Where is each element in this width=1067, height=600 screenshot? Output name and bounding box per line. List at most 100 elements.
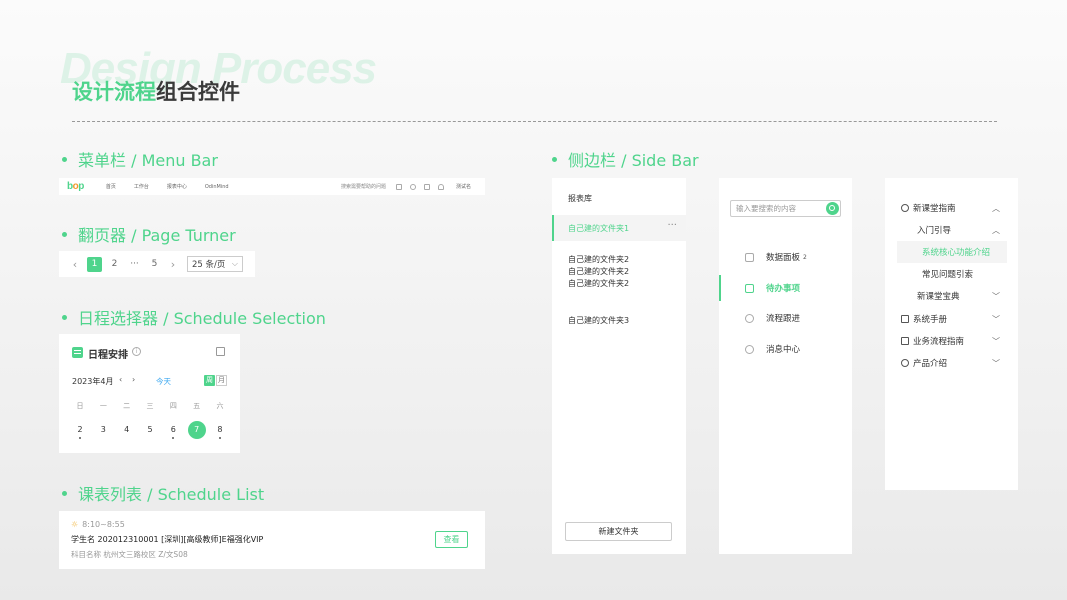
weekday-label: 六: [216, 402, 224, 410]
weekday-label: 四: [169, 402, 177, 410]
menu-item-home[interactable]: 首页: [106, 183, 116, 190]
chevron-up-icon: ︿: [992, 225, 1000, 235]
help-icon[interactable]: [409, 183, 416, 190]
chevron-down-icon: ﹀: [992, 336, 1000, 346]
sidebar-item-label: 系统手册: [913, 315, 948, 325]
bell-icon[interactable]: [437, 183, 444, 190]
page-1[interactable]: 1: [87, 256, 102, 272]
calendar-icon: [72, 347, 83, 358]
new-folder-button[interactable]: 新建文件夹: [565, 522, 672, 541]
search-icon[interactable]: [826, 202, 839, 215]
section-title-schedule-selection: 日程选择器 / Schedule Selection: [62, 305, 326, 329]
dashboard-icon: [745, 252, 754, 262]
sidebar-item[interactable]: 自己建的文件夹2: [568, 266, 629, 277]
sidebar-item-process-guide[interactable]: 业务流程指南 ﹀: [885, 330, 1018, 352]
sidebar-item-process[interactable]: 流程跟进: [719, 305, 852, 331]
info-icon[interactable]: i: [132, 347, 141, 356]
class-location-info: 科目名称 杭州文三路校区 Z/文S08: [71, 550, 188, 559]
sidebar-nav: 输入要搜索的内容 数据面板 2 待办事项 流程跟进 消息中心: [719, 178, 852, 554]
sidebar-item-core-features[interactable]: 系统核心功能介绍: [897, 241, 1007, 263]
menu-bar: bop 首页 工作台 报表中心 OdinMind 搜索需要帮助的问题 测试名: [59, 178, 485, 195]
sidebar-folders: 报表库 自己建的文件夹1 ··· 自己建的文件夹2 自己建的文件夹2 自己建的文…: [552, 178, 686, 554]
weekday-label: 五: [193, 402, 201, 410]
logo-letter: p: [78, 181, 84, 192]
prev-month-icon[interactable]: ‹: [119, 375, 122, 384]
date-cell[interactable]: 8: [211, 421, 229, 439]
chevron-up-icon: ︿: [992, 203, 1000, 213]
sidebar-item-intro[interactable]: 入门引导 ︿: [885, 219, 1018, 241]
date-cell[interactable]: 5: [141, 421, 159, 439]
sidebar-item-label: 数据面板: [766, 253, 801, 263]
menu-item-reports[interactable]: 报表中心: [167, 183, 187, 190]
header-divider: [72, 121, 997, 122]
calendar-picker-icon[interactable]: [216, 347, 225, 356]
next-month-icon[interactable]: ›: [132, 375, 135, 384]
search-placeholder: 输入要搜索的内容: [736, 204, 796, 213]
date-cell[interactable]: 2: [71, 421, 89, 439]
date-cell-selected[interactable]: 7: [187, 421, 206, 439]
page-title-highlight: 设计流程: [72, 80, 156, 104]
sidebar-item-product[interactable]: 产品介绍 ﹀: [885, 352, 1018, 374]
sidebar-item-todo[interactable]: 待办事项: [719, 275, 852, 301]
sidebar-item-handbook[interactable]: 新课堂宝典 ﹀: [885, 285, 1018, 307]
sidebar-item-manual[interactable]: 系统手册 ﹀: [885, 308, 1018, 330]
schedule-list-item: ☼ 8:10~8:55 学生名 202012310001 [深圳][高级教师]E福…: [59, 511, 485, 569]
page-ellipsis[interactable]: ···: [127, 257, 142, 272]
logo[interactable]: bop: [67, 181, 84, 192]
page-5[interactable]: 5: [147, 257, 162, 272]
sidebar-item[interactable]: 自己建的文件夹2: [568, 254, 629, 265]
weekday-label: 二: [123, 402, 131, 410]
date-cell[interactable]: 4: [118, 421, 136, 439]
count-badge: 2: [803, 253, 807, 261]
search-input[interactable]: 输入要搜索的内容: [730, 200, 841, 217]
page-2[interactable]: 2: [107, 257, 122, 272]
next-page-icon[interactable]: ›: [167, 258, 179, 271]
sidebar-item[interactable]: 自己建的文件夹2: [568, 278, 629, 289]
product-icon: [901, 359, 909, 367]
page-title: 设计流程组合控件: [72, 76, 240, 106]
schedule-selector: 日程安排 i 2023年4月 ‹ › 今天 周 月 日 一 二 三 四 五 六 …: [59, 334, 240, 453]
sidebar-item[interactable]: 自己建的文件夹3: [568, 315, 629, 326]
date-cell[interactable]: 6: [164, 421, 182, 439]
month-label: 2023年4月: [72, 377, 114, 386]
menu-search[interactable]: 搜索需要帮助的问题: [341, 183, 386, 190]
menu-item-workbench[interactable]: 工作台: [134, 183, 149, 190]
chevron-down-icon: ⌵: [231, 259, 238, 268]
weekday-header: 日 一 二 三 四 五 六: [71, 401, 229, 411]
sidebar-item-messages[interactable]: 消息中心: [719, 336, 852, 362]
week-view-button[interactable]: 周: [204, 375, 215, 386]
sidebar-item-label: 新课堂指南: [913, 204, 956, 214]
menu-item-odinmind[interactable]: OdinMind: [205, 184, 229, 190]
month-view-button[interactable]: 月: [216, 375, 227, 386]
user-name[interactable]: 测试名: [456, 183, 471, 190]
sidebar-item-label: 常见问题引索: [922, 270, 974, 280]
weekday-label: 日: [76, 402, 84, 410]
message-icon: [745, 344, 754, 354]
page-size-label: 25 条/页: [192, 260, 226, 270]
section-title-text: 菜单栏 / Menu Bar: [78, 151, 218, 170]
sidebar-item-guide[interactable]: 新课堂指南 ︿: [885, 197, 1018, 219]
sidebar-item-faq[interactable]: 常见问题引索: [885, 263, 1018, 285]
section-title-schedule-list: 课表列表 / Schedule List: [62, 481, 264, 505]
page-size-select[interactable]: 25 条/页 ⌵: [187, 256, 243, 272]
grid-icon[interactable]: [395, 183, 402, 190]
class-time: ☼ 8:10~8:55: [71, 520, 125, 529]
chevron-down-icon: ﹀: [992, 291, 1000, 301]
section-title-page-turner: 翻页器 / Page Turner: [62, 222, 236, 246]
sidebar-item-label: 待办事项: [766, 284, 801, 294]
view-button[interactable]: 查看: [435, 531, 468, 548]
section-title-side-bar: 侧边栏 / Side Bar: [552, 147, 699, 171]
date-cell[interactable]: 3: [94, 421, 112, 439]
sidebar-item-dashboard[interactable]: 数据面板 2: [719, 244, 852, 270]
weekday-label: 一: [99, 402, 107, 410]
class-student-info: 学生名 202012310001 [深圳][高级教师]E福强化VIP: [71, 535, 264, 544]
bullet-dot: [62, 156, 67, 162]
message-icon[interactable]: [423, 183, 430, 190]
prev-page-icon[interactable]: ‹: [69, 258, 81, 271]
sidebar-item-label: 产品介绍: [913, 359, 948, 369]
sun-icon: ☼: [71, 520, 79, 529]
more-icon[interactable]: ···: [667, 220, 677, 231]
sidebar-item-active[interactable]: 自己建的文件夹1 ···: [552, 215, 686, 241]
todo-icon: [745, 283, 754, 293]
today-button[interactable]: 今天: [156, 376, 171, 387]
